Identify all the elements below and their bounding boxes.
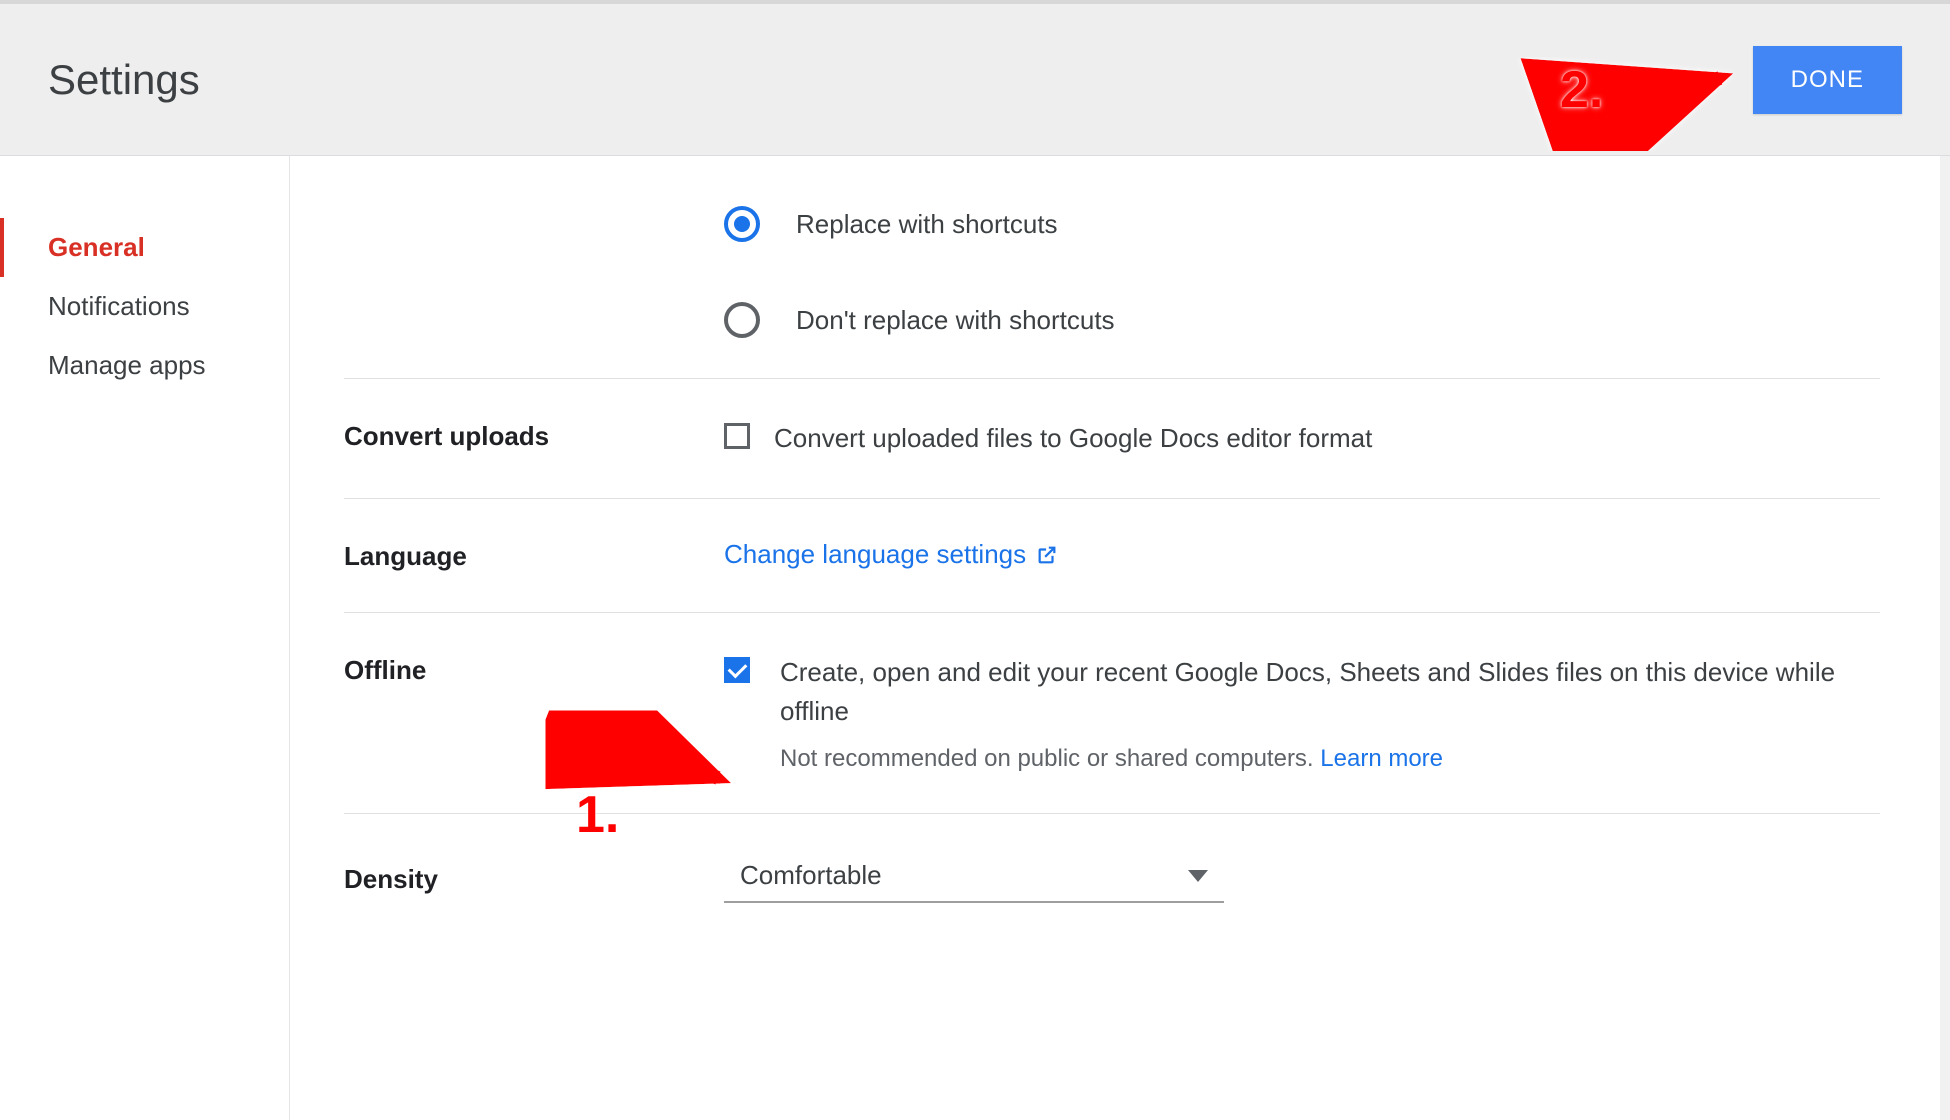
offline-subtext: Not recommended on public or shared comp… bbox=[780, 745, 1880, 773]
density-label: Density bbox=[344, 862, 684, 895]
sidebar-item-manage-apps[interactable]: Manage apps bbox=[0, 336, 289, 395]
radio-dont-replace-shortcuts[interactable]: Don't replace with shortcuts bbox=[724, 302, 1880, 338]
radio-unselected-icon bbox=[724, 302, 760, 338]
offline-sub-plain: Not recommended on public or shared comp… bbox=[780, 745, 1320, 772]
radio-selected-icon bbox=[724, 206, 760, 242]
convert-text: Convert uploaded files to Google Docs ed… bbox=[774, 419, 1372, 458]
learn-more-link[interactable]: Learn more bbox=[1320, 745, 1443, 772]
density-select[interactable]: Comfortable bbox=[724, 854, 1224, 903]
page-title: Settings bbox=[48, 56, 200, 104]
language-label: Language bbox=[344, 539, 684, 572]
convert-checkbox[interactable] bbox=[724, 423, 750, 449]
chevron-down-icon bbox=[1188, 870, 1208, 882]
scrollbar[interactable] bbox=[1940, 156, 1950, 1120]
offline-label: Offline bbox=[344, 653, 684, 686]
radio-replace-shortcuts[interactable]: Replace with shortcuts bbox=[724, 206, 1880, 242]
density-value: Comfortable bbox=[740, 860, 882, 891]
section-offline: Offline Create, open and edit your recen… bbox=[344, 612, 1880, 813]
blank-label bbox=[344, 206, 684, 208]
section-shortcuts: Replace with shortcuts Don't replace wit… bbox=[344, 206, 1880, 378]
sidebar: General Notifications Manage apps bbox=[0, 156, 290, 1120]
radio-label: Don't replace with shortcuts bbox=[796, 305, 1115, 336]
header: Settings DONE bbox=[0, 0, 1950, 156]
section-language: Language Change language settings bbox=[344, 498, 1880, 612]
radio-label: Replace with shortcuts bbox=[796, 209, 1058, 240]
section-convert-uploads: Convert uploads Convert uploaded files t… bbox=[344, 378, 1880, 498]
convert-label: Convert uploads bbox=[344, 419, 684, 452]
offline-text: Create, open and edit your recent Google… bbox=[780, 653, 1880, 731]
content: Replace with shortcuts Don't replace wit… bbox=[290, 156, 1950, 1120]
sidebar-item-notifications[interactable]: Notifications bbox=[0, 277, 289, 336]
offline-checkbox[interactable] bbox=[724, 657, 750, 683]
change-language-link[interactable]: Change language settings bbox=[724, 539, 1026, 570]
done-button[interactable]: DONE bbox=[1753, 46, 1902, 114]
section-density: Density Comfortable bbox=[344, 813, 1880, 963]
sidebar-item-general[interactable]: General bbox=[0, 218, 289, 277]
open-in-new-icon bbox=[1036, 544, 1058, 566]
